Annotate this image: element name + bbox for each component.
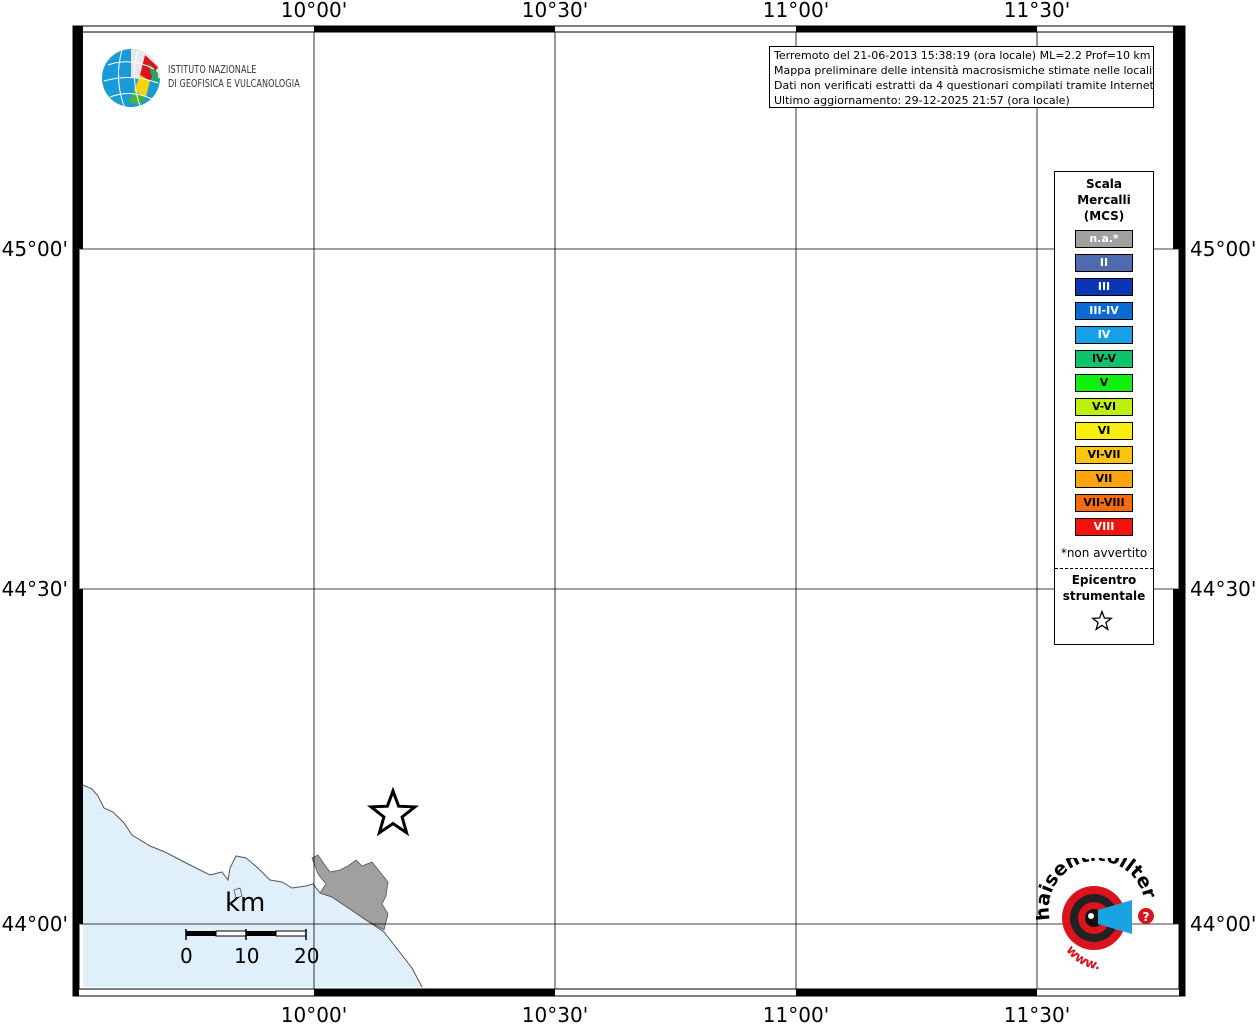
- frame-scale-bars: [73, 26, 1185, 996]
- legend-note: *non avvertito: [1060, 546, 1148, 560]
- lon-label-bottom-2: 10°30': [522, 1003, 588, 1024]
- star-icon: [1091, 610, 1113, 631]
- legend-swatch: n.a.*: [1075, 230, 1133, 248]
- legend-swatch: VI-VII: [1075, 446, 1133, 464]
- ingv-logo-line1: ISTITUTO NAZIONALE: [168, 63, 257, 76]
- outer-frame: [72, 25, 1186, 997]
- legend-title-line3: (MCS): [1083, 209, 1125, 223]
- svg-text:?: ?: [1143, 910, 1150, 924]
- intensity-legend: Scala Mercalli (MCS) n.a.* II III III-IV IV I…: [1054, 171, 1154, 645]
- legend-swatch: V: [1075, 374, 1133, 392]
- legend-swatch: IV-V: [1075, 350, 1133, 368]
- legend-swatch: IV: [1075, 326, 1133, 344]
- lat-label-right-2: 44°30': [1190, 577, 1256, 601]
- event-info-line2: Mappa preliminare delle intensità macros…: [774, 64, 1154, 77]
- legend-epicentre-line1: Epicentro: [1071, 573, 1137, 587]
- lat-label-left-1: 45°00': [2, 237, 68, 261]
- legend-title: Scala Mercalli (MCS): [1055, 176, 1153, 224]
- lat-label-left-3: 44°00': [2, 912, 68, 936]
- legend-epicentre: Epicentro strumentale: [1055, 572, 1153, 604]
- legend-title-line1: Scala: [1085, 177, 1123, 191]
- ingv-logo[interactable]: ISTITUTO NAZIONALE DI GEOFISICA E VULCAN…: [100, 47, 320, 111]
- lon-label-top-2: 10°30': [522, 0, 588, 22]
- lon-label-top-1: 10°00': [281, 0, 347, 22]
- lat-label-right-1: 45°00': [1190, 237, 1256, 261]
- ingv-logo-line2: DI GEOFISICA E VULCANOLOGIA: [168, 77, 300, 90]
- legend-swatch: V-VI: [1075, 398, 1133, 416]
- event-info-line4: Ultimo aggiornamento: 29-12-2025 21:57 (…: [774, 94, 1070, 107]
- legend-swatch: VIII: [1075, 518, 1133, 536]
- lon-label-top-3: 11°00': [763, 0, 829, 22]
- legend-swatch: VI: [1075, 422, 1133, 440]
- ingv-logo-text: ISTITUTO NAZIONALE DI GEOFISICA E VULCAN…: [168, 63, 300, 91]
- event-info-box: Terremoto del 21-06-2013 15:38:19 (ora l…: [769, 46, 1154, 108]
- lon-label-top-4: 11°30': [1004, 0, 1070, 22]
- lon-label-bottom-3: 11°00': [763, 1003, 829, 1024]
- legend-swatch: III: [1075, 278, 1133, 296]
- scale-bar-unit: km: [225, 888, 266, 918]
- legend-swatch: VII-VIII: [1075, 494, 1133, 512]
- lat-label-right-3: 44°00': [1190, 912, 1256, 936]
- legend-separator: [1055, 568, 1153, 569]
- lat-label-left-2: 44°30': [2, 577, 68, 601]
- graticule: [80, 32, 1178, 989]
- event-info-line3: Dati non verificati estratti da 4 questi…: [774, 79, 1154, 92]
- scale-bar-label-0: 0: [180, 944, 193, 968]
- legend-swatch: III-IV: [1075, 302, 1133, 320]
- epicentre-star[interactable]: [366, 786, 420, 837]
- globe-icon: [102, 49, 160, 107]
- event-info-line1: Terremoto del 21-06-2013 15:38:19 (ora l…: [774, 49, 1151, 62]
- scale-bar-label-20: 20: [294, 944, 320, 968]
- haisentito-logo[interactable]: haisentitoilterremoto.it www. ?: [1036, 858, 1160, 978]
- map-frame: [78, 31, 1180, 990]
- legend-epicentre-line2: strumentale: [1062, 589, 1146, 603]
- legend-title-line2: Mercalli: [1077, 193, 1131, 207]
- legend-swatch: VII: [1075, 470, 1133, 488]
- legend-swatch: II: [1075, 254, 1133, 272]
- lon-label-bottom-1: 10°00': [281, 1003, 347, 1024]
- scale-bar-label-10: 10: [234, 944, 260, 968]
- lon-label-bottom-4: 11°30': [1004, 1003, 1070, 1024]
